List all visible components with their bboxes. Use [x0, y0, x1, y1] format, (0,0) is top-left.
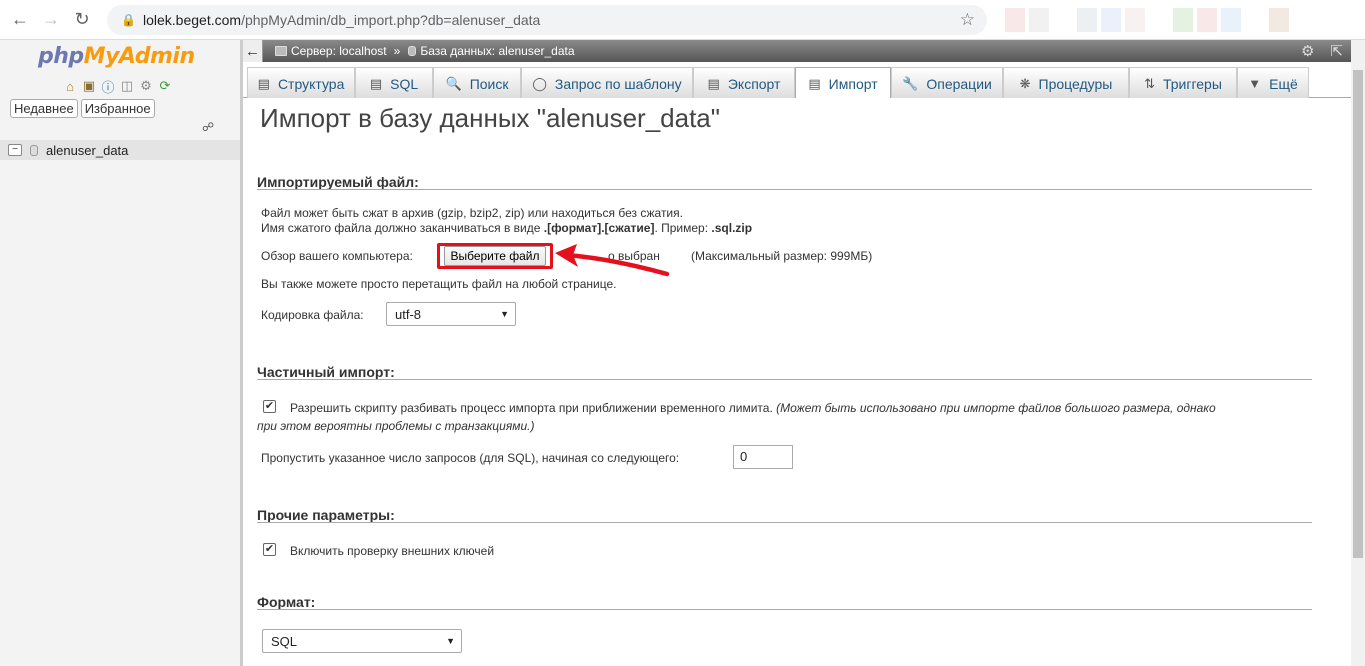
other-options-legend: Прочие параметры:: [257, 507, 395, 523]
tab-sql[interactable]: ▤ SQL: [355, 67, 433, 99]
browse-label: Обзор вашего компьютера:: [261, 249, 413, 263]
page-title: Импорт в базу данных "alenuser_data": [260, 103, 720, 133]
compression-hint: Файл может быть сжат в архив (gzip, bzip…: [261, 206, 683, 220]
scrollbar-thumb[interactable]: [1353, 70, 1363, 558]
partial-import-legend: Частичный импорт:: [257, 364, 395, 380]
settings-icon[interactable]: ⚙: [138, 78, 154, 94]
tab-triggers[interactable]: ⇅ Триггеры: [1129, 67, 1237, 99]
search-icon: 🔍: [445, 75, 462, 91]
import-file-legend: Импортируемый файл:: [257, 174, 419, 190]
refresh-icon[interactable]: ⟳: [157, 78, 173, 94]
help-icon[interactable]: ⓘ: [100, 78, 116, 95]
tab-search[interactable]: 🔍 Поиск: [433, 67, 521, 99]
logout-icon[interactable]: ▣: [81, 78, 97, 94]
routines-icon: ❋: [1019, 75, 1031, 91]
charset-value: utf-8: [395, 306, 422, 322]
fk-checks-label: Включить проверку внешних ключей: [290, 544, 495, 558]
allow-interrupt-label: Разрешить скрипту разбивать процесс импо…: [290, 401, 1216, 415]
compression-format-hint: Имя сжатого файла должно заканчиваться в…: [261, 221, 753, 235]
vertical-scrollbar[interactable]: [1351, 40, 1365, 666]
tab-query[interactable]: ◯ Запрос по шаблону: [521, 67, 693, 99]
home-icon[interactable]: ⌂: [62, 78, 78, 94]
choose-file-button[interactable]: Выберите файл: [437, 243, 553, 269]
collapse-nav-icon[interactable]: ←: [243, 40, 263, 62]
docs-icon[interactable]: ◫: [119, 78, 135, 94]
url-text: lolek.beget.com/phpMyAdmin/db_import.php…: [143, 12, 541, 28]
format-select[interactable]: SQL ▼: [262, 629, 462, 653]
dropdown-caret-icon: ▼: [500, 309, 509, 319]
database-name[interactable]: alenuser_data: [46, 143, 128, 158]
skip-queries-input[interactable]: 0: [733, 445, 793, 469]
charset-select[interactable]: utf-8 ▼: [386, 302, 516, 326]
forward-icon[interactable]: →: [40, 9, 62, 31]
tab-operations[interactable]: 🔧 Операции: [891, 67, 1003, 99]
choose-file-label[interactable]: Выберите файл: [444, 246, 546, 266]
tab-export[interactable]: ▤ Экспорт: [693, 67, 795, 99]
dropdown-caret-icon: ▼: [446, 636, 455, 646]
database-tree-item[interactable]: − alenuser_data: [0, 140, 240, 160]
collapse-icon[interactable]: −: [8, 144, 22, 156]
main-content: Импорт в базу данных "alenuser_data" Имп…: [243, 98, 1351, 666]
allow-interrupt-checkbox[interactable]: ✔: [263, 400, 276, 413]
drag-hint: Вы также можете просто перетащить файл н…: [261, 277, 617, 291]
nav-icon-row: ⌂ ▣ ⓘ ◫ ⚙ ⟳: [62, 78, 173, 95]
structure-icon: ▤: [257, 75, 270, 91]
bookmark-star-icon[interactable]: ☆: [960, 10, 975, 30]
database-icon: [30, 144, 38, 156]
skip-queries-label: Пропустить указанное число запросов (для…: [261, 451, 680, 465]
address-bar[interactable]: 🔒 lolek.beget.com/phpMyAdmin/db_import.p…: [107, 5, 987, 35]
database-icon: [408, 46, 417, 56]
fk-checks-checkbox[interactable]: ✔: [263, 543, 276, 556]
divider: [257, 379, 1312, 380]
breadcrumb-separator: »: [393, 44, 401, 58]
triggers-icon: ⇅: [1144, 75, 1155, 91]
format-value: SQL: [271, 633, 298, 649]
recent-tab[interactable]: Недавнее: [10, 99, 78, 118]
tab-bar: ▤ Структура ▤ SQL 🔍 Поиск ◯ Запрос по шаблон…: [243, 62, 1351, 99]
query-icon: ◯: [532, 75, 547, 91]
tab-more[interactable]: ▼ Ещё: [1237, 67, 1309, 99]
charset-label: Кодировка файла:: [261, 308, 364, 322]
reload-icon[interactable]: ↻: [71, 9, 93, 31]
back-icon[interactable]: ←: [9, 9, 31, 31]
extensions-area: [1005, 8, 1289, 32]
format-legend: Формат:: [257, 594, 316, 610]
lock-icon: 🔒: [121, 13, 136, 27]
browser-toolbar: ← → ↻ 🔒 lolek.beget.com/phpMyAdmin/db_im…: [0, 0, 1365, 40]
page-settings-icon[interactable]: ⚙: [1301, 42, 1314, 60]
divider: [257, 609, 1312, 610]
maximize-icon[interactable]: ⇱: [1330, 42, 1343, 60]
link-icon[interactable]: ☍: [202, 120, 214, 134]
navigation-panel: phpMyAdmin ⌂ ▣ ⓘ ◫ ⚙ ⟳ Недавнее Избранно…: [0, 40, 240, 666]
breadcrumb-server[interactable]: Сервер: localhost: [291, 44, 387, 58]
favorites-tab[interactable]: Избранное: [80, 99, 155, 118]
allow-interrupt-note: при этом вероятны проблемы с транзакциям…: [257, 419, 535, 433]
sql-icon: ▤: [369, 75, 383, 91]
divider: [257, 522, 1312, 523]
breadcrumb: ← Сервер: localhost » База данных: alenu…: [243, 40, 1351, 62]
recent-favorites-tabs: Недавнее Избранное: [10, 99, 155, 118]
breadcrumb-database[interactable]: База данных: alenuser_data: [420, 44, 574, 58]
phpmyadmin-logo[interactable]: phpMyAdmin: [38, 44, 195, 69]
server-icon: [275, 46, 287, 56]
chevron-down-icon: ▼: [1248, 76, 1262, 91]
import-icon: ▤: [808, 75, 821, 91]
tab-import[interactable]: ▤ Импорт: [795, 67, 891, 99]
tab-structure[interactable]: ▤ Структура: [247, 67, 355, 99]
max-size-text: (Максимальный размер: 999МБ): [691, 249, 873, 263]
wrench-icon: 🔧: [902, 75, 919, 91]
tab-routines[interactable]: ❋ Процедуры: [1003, 67, 1129, 99]
divider: [257, 189, 1312, 190]
export-icon: ▤: [707, 75, 720, 91]
